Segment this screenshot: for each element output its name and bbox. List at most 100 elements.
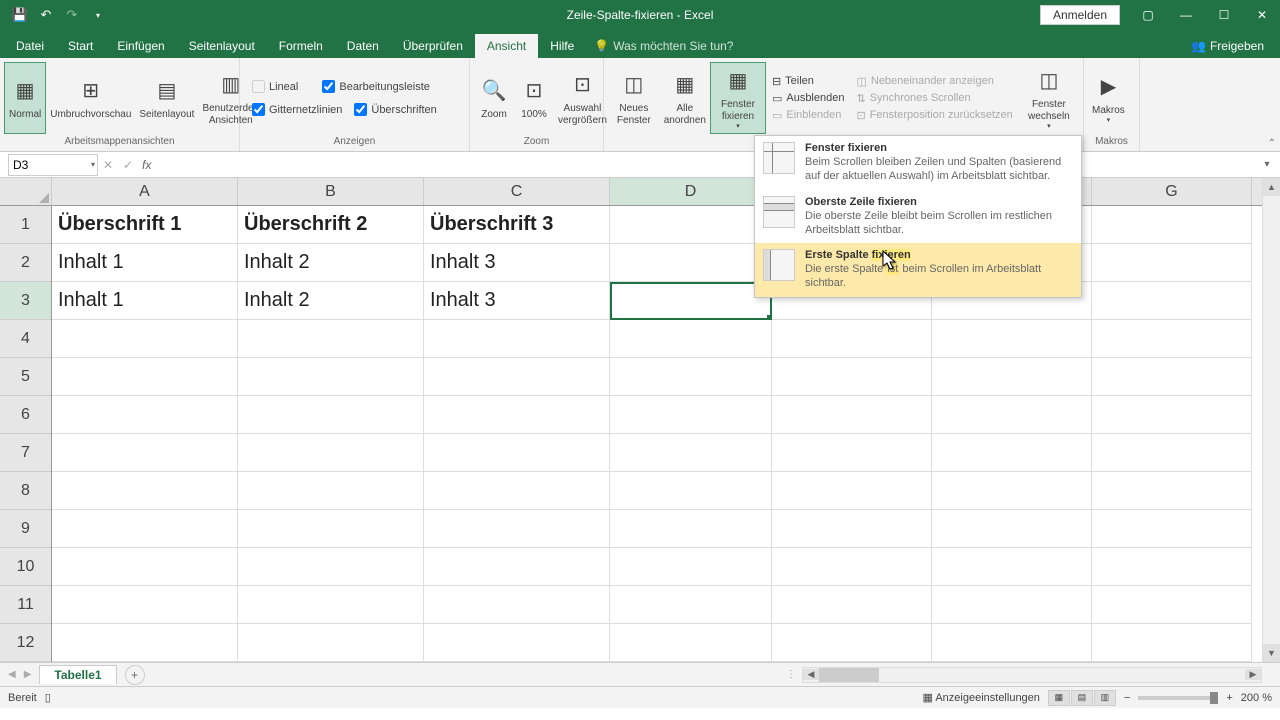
qat-customize[interactable]: ▾	[86, 3, 110, 27]
freeze-first-column-item[interactable]: Erste Spalte fixieren Die erste Spalte i…	[755, 243, 1081, 297]
cell-C11[interactable]	[424, 586, 610, 624]
cell-E10[interactable]	[772, 548, 932, 586]
cell-G2[interactable]	[1092, 244, 1252, 282]
cell-A12[interactable]	[52, 624, 238, 662]
cell-D12[interactable]	[610, 624, 772, 662]
tab-hilfe[interactable]: Hilfe	[538, 34, 586, 58]
vertical-scrollbar[interactable]: ▲ ▼	[1262, 178, 1280, 662]
freeze-top-row-item[interactable]: Oberste Zeile fixieren Die oberste Zeile…	[755, 190, 1081, 244]
switch-windows-button[interactable]: ◫Fenster wechseln▾	[1019, 62, 1079, 134]
cell-E7[interactable]	[772, 434, 932, 472]
cell-C4[interactable]	[424, 320, 610, 358]
cell-G9[interactable]	[1092, 510, 1252, 548]
cell-D2[interactable]	[610, 244, 772, 282]
name-box[interactable]: D3▾	[8, 154, 98, 176]
select-all-corner[interactable]	[0, 178, 52, 206]
cell-E6[interactable]	[772, 396, 932, 434]
macro-record-icon[interactable]: ▯	[45, 691, 51, 704]
cell-B8[interactable]	[238, 472, 424, 510]
cell-G8[interactable]	[1092, 472, 1252, 510]
cell-B3[interactable]: Inhalt 2	[238, 282, 424, 320]
cell-E12[interactable]	[772, 624, 932, 662]
row-header-10[interactable]: 10	[0, 548, 51, 586]
redo-button[interactable]: ↷	[60, 3, 84, 27]
col-header-B[interactable]: B	[238, 178, 424, 205]
checkbox-gridlines[interactable]: Gitternetzlinien	[248, 101, 346, 118]
cell-A4[interactable]	[52, 320, 238, 358]
col-header-C[interactable]: C	[424, 178, 610, 205]
cell-B12[interactable]	[238, 624, 424, 662]
cell-A1[interactable]: Überschrift 1	[52, 206, 238, 244]
formula-input[interactable]	[155, 154, 1258, 176]
cell-C5[interactable]	[424, 358, 610, 396]
cell-C7[interactable]	[424, 434, 610, 472]
cell-C6[interactable]	[424, 396, 610, 434]
cell-G10[interactable]	[1092, 548, 1252, 586]
cell-G12[interactable]	[1092, 624, 1252, 662]
add-sheet-button[interactable]: +	[125, 665, 145, 685]
cell-F4[interactable]	[932, 320, 1092, 358]
checkbox-lineal[interactable]: Lineal	[248, 78, 302, 95]
cell-C3[interactable]: Inhalt 3	[424, 282, 610, 320]
cell-D8[interactable]	[610, 472, 772, 510]
tab-formeln[interactable]: Formeln	[267, 34, 335, 58]
row-header-7[interactable]: 7	[0, 434, 51, 472]
cell-F5[interactable]	[932, 358, 1092, 396]
cell-G4[interactable]	[1092, 320, 1252, 358]
cell-B5[interactable]	[238, 358, 424, 396]
tab-ueberpruefen[interactable]: Überprüfen	[391, 34, 475, 58]
scroll-up-button[interactable]: ▲	[1263, 178, 1280, 196]
col-header-A[interactable]: A	[52, 178, 238, 205]
freeze-panes-item[interactable]: Fenster fixieren Beim Scrollen bleiben Z…	[755, 136, 1081, 190]
cell-C8[interactable]	[424, 472, 610, 510]
scroll-right-button[interactable]: ▶	[1245, 669, 1261, 680]
minimize-button[interactable]: —	[1168, 0, 1204, 30]
cell-D10[interactable]	[610, 548, 772, 586]
cell-C9[interactable]	[424, 510, 610, 548]
cell-B9[interactable]	[238, 510, 424, 548]
cell-G6[interactable]	[1092, 396, 1252, 434]
cell-A9[interactable]	[52, 510, 238, 548]
cell-B1[interactable]: Überschrift 2	[238, 206, 424, 244]
row-header-4[interactable]: 4	[0, 320, 51, 358]
cell-F7[interactable]	[932, 434, 1092, 472]
zoom-in-button[interactable]: +	[1226, 692, 1232, 704]
cell-G1[interactable]	[1092, 206, 1252, 244]
cell-D1[interactable]	[610, 206, 772, 244]
checkbox-headings[interactable]: Überschriften	[350, 101, 440, 118]
horizontal-scrollbar[interactable]: ◀ ▶	[802, 667, 1262, 683]
maximize-button[interactable]: ☐	[1206, 0, 1242, 30]
expand-formula-bar[interactable]: ▾	[1258, 159, 1276, 170]
zoom-button[interactable]: 🔍Zoom	[474, 62, 514, 134]
tab-daten[interactable]: Daten	[335, 34, 391, 58]
row-header-5[interactable]: 5	[0, 358, 51, 396]
cell-F12[interactable]	[932, 624, 1092, 662]
cell-F10[interactable]	[932, 548, 1092, 586]
sheet-nav-next[interactable]: ▶	[24, 669, 32, 680]
cell-E4[interactable]	[772, 320, 932, 358]
cell-F6[interactable]	[932, 396, 1092, 434]
cell-D9[interactable]	[610, 510, 772, 548]
row-header-3[interactable]: 3	[0, 282, 51, 320]
cell-G11[interactable]	[1092, 586, 1252, 624]
col-header-D[interactable]: D	[610, 178, 772, 205]
tab-seitenlayout[interactable]: Seitenlayout	[177, 34, 267, 58]
zoom-100-button[interactable]: ⊡100%	[514, 62, 554, 134]
freeze-panes-button[interactable]: ▦Fenster fixieren▾	[710, 62, 766, 134]
view-pagebreak-button[interactable]: ⊞Umbruchvorschau	[46, 62, 135, 134]
collapse-ribbon-button[interactable]: ⌃	[1268, 138, 1276, 149]
display-settings[interactable]: ▦ Anzeigeeinstellungen	[922, 691, 1039, 704]
sheet-nav-prev[interactable]: ◀	[8, 669, 16, 680]
zoom-out-button[interactable]: −	[1124, 692, 1130, 704]
tab-datei[interactable]: Datei	[4, 34, 56, 58]
view-pagelayout-button[interactable]: ▤Seitenlayout	[135, 62, 198, 134]
login-button[interactable]: Anmelden	[1040, 5, 1120, 25]
cell-A3[interactable]: Inhalt 1	[52, 282, 238, 320]
zoom-selection-button[interactable]: ⊡Auswahl vergrößern	[554, 62, 611, 134]
cell-B11[interactable]	[238, 586, 424, 624]
cell-A2[interactable]: Inhalt 1	[52, 244, 238, 282]
fx-icon[interactable]: fx	[142, 158, 151, 172]
view-normal-button[interactable]: ▦Normal	[4, 62, 46, 134]
cell-G7[interactable]	[1092, 434, 1252, 472]
tab-einfuegen[interactable]: Einfügen	[105, 34, 176, 58]
